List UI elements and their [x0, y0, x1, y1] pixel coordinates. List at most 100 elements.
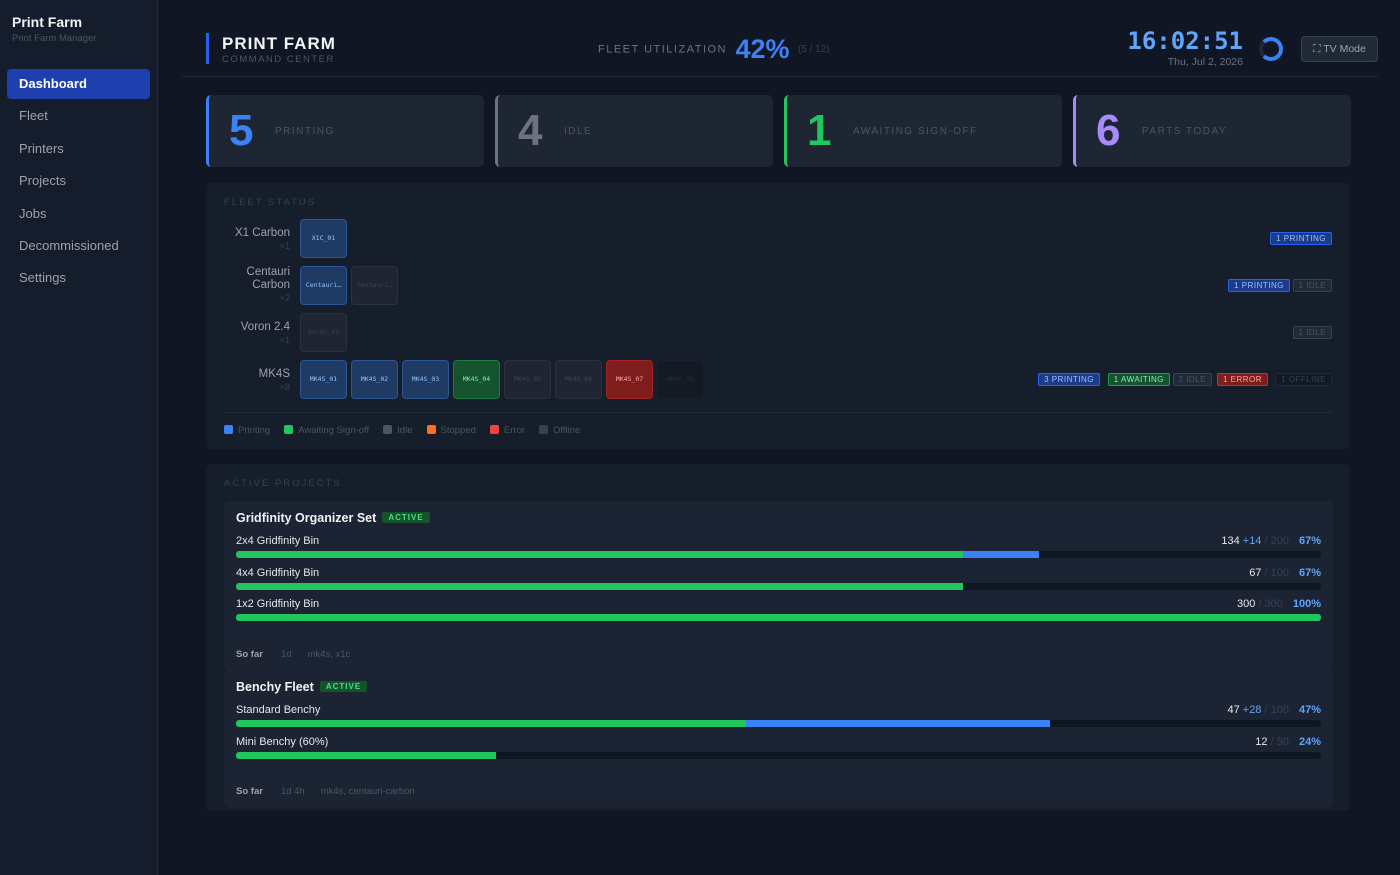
part-total-value: 100: [1270, 566, 1289, 579]
refresh-spinner-icon: [1259, 37, 1283, 61]
printer-tile[interactable]: MK4S_01: [300, 360, 347, 399]
project-footer: So far 1d mk4s, x1c: [236, 649, 366, 660]
part-stats: 134 +14 / 200 67%: [1221, 535, 1321, 547]
part-name: Mini Benchy (60%): [236, 735, 329, 748]
part-stats: 47 +28 / 100 47%: [1227, 704, 1321, 716]
part-name: Standard Benchy: [236, 704, 321, 716]
progress-done-segment: [236, 720, 746, 727]
part-percent: 100%: [1292, 598, 1321, 610]
printer-model-count: ×2: [279, 293, 290, 303]
printer-tile[interactable]: Centauri…: [300, 266, 347, 305]
clock-date: Thu, Jul 2, 2026: [1167, 56, 1243, 68]
part-total-value: 100: [1270, 704, 1289, 716]
printer-model-label: Centauri Carbon ×2: [206, 266, 290, 305]
part-total: / 200: [1261, 535, 1289, 547]
legend-swatch: [224, 425, 233, 434]
header: PRINT FARM COMMAND CENTER FLEET UTILIZAT…: [182, 20, 1378, 77]
part-row: 4x4 Gridfinity Bin 67 / 100 67%: [236, 566, 1321, 590]
project-card[interactable]: Benchy Fleet ACTIVE Standard Benchy 47 +28 …: [224, 670, 1333, 808]
part-percent: 47%: [1298, 704, 1321, 716]
status-count-badge: 1 PRINTING: [1228, 279, 1290, 292]
stat-label: PRINTING: [275, 126, 335, 137]
project-card[interactable]: Gridfinity Organizer Set ACTIVE 2x4 Gridfi…: [224, 501, 1333, 671]
part-done-count: 300: [1236, 598, 1256, 610]
status-count-badge: 1 PRINTING: [1270, 232, 1332, 245]
status-legend: Printing Awaiting Sign-off Idle Stopped Erro…: [224, 425, 594, 436]
active-projects-title: ACTIVE PROJECTS: [224, 478, 342, 489]
stat-value: 5: [229, 106, 254, 155]
part-progress-bar: [236, 614, 1321, 621]
sidebar-item-decommissioned[interactable]: Decommissioned: [7, 231, 150, 261]
printer-model-name: Voron 2.4: [240, 321, 290, 333]
printer-tile[interactable]: MK4S_05: [504, 360, 551, 399]
legend-label: Stopped: [440, 425, 476, 436]
stat-card[interactable]: 6 PARTS TODAY: [1073, 95, 1351, 167]
part-row: Mini Benchy (60%) 12 / 50 24%: [236, 735, 1321, 759]
stat-card[interactable]: 4 IDLE: [495, 95, 773, 167]
so-far-label: So far: [236, 786, 263, 797]
sidebar-item-dashboard[interactable]: Dashboard: [7, 69, 150, 99]
legend-swatch: [383, 425, 393, 434]
project-name: Gridfinity Organizer Set: [236, 511, 377, 525]
tv-mode-button[interactable]: ⛶ TV Mode: [1301, 36, 1378, 62]
sidebar-item-printers[interactable]: Printers: [7, 134, 150, 164]
legend-item: Idle: [383, 425, 413, 436]
legend-label: Error: [503, 425, 526, 436]
legend-swatch: [426, 425, 436, 434]
printer-tile[interactable]: MK4S_02: [351, 360, 398, 399]
stat-value: 4: [518, 106, 543, 155]
printer-tile[interactable]: Centauri…: [351, 266, 398, 305]
legend-item: Offline: [539, 425, 580, 436]
fleet-utilization: FLEET UTILIZATION 42% (5 / 12): [598, 34, 830, 66]
sidebar: Print Farm Print Farm Manager Dashboard …: [0, 0, 158, 875]
part-in-progress-count: +14: [1242, 535, 1262, 547]
stat-label: AWAITING SIGN-OFF: [853, 126, 978, 137]
sidebar-item-projects[interactable]: Projects: [7, 166, 150, 196]
legend-label: Printing: [238, 425, 271, 436]
part-total-value: 300: [1264, 598, 1283, 610]
printer-tile[interactable]: MK4S_04: [453, 360, 500, 399]
utilization-label: FLEET UTILIZATION: [598, 43, 727, 56]
printer-tile[interactable]: MK4S_08: [657, 360, 704, 399]
stat-label: PARTS TODAY: [1142, 126, 1228, 137]
printer-tile[interactable]: MK4S_06: [555, 360, 602, 399]
part-row: Standard Benchy 47 +28 / 100 47%: [236, 704, 1321, 727]
legend-item: Stopped: [426, 425, 476, 436]
sidebar-item-settings[interactable]: Settings: [7, 263, 150, 293]
status-count-badge: 3 PRINTING: [1038, 373, 1100, 386]
project-printers: mk4s, centauri-carbon: [320, 786, 415, 797]
status-count-badge: 2 IDLE: [1172, 373, 1212, 386]
fleet-status-title: FLEET STATUS: [224, 197, 317, 208]
part-stats: 300 / 300 100%: [1237, 598, 1321, 610]
stat-card[interactable]: 1 AWAITING SIGN-OFF: [784, 95, 1062, 167]
stat-card[interactable]: 5 PRINTING: [206, 95, 484, 167]
part-done-count: 12: [1255, 735, 1268, 748]
part-name: 4x4 Gridfinity Bin: [236, 566, 320, 579]
sidebar-item-jobs[interactable]: Jobs: [7, 199, 150, 229]
part-stats: 67 / 100 67%: [1249, 567, 1321, 579]
sidebar-item-fleet[interactable]: Fleet: [7, 101, 150, 131]
status-count-badge: 1 AWAITING: [1107, 373, 1170, 386]
legend-swatch: [539, 425, 549, 434]
project-duration: 1d: [280, 648, 292, 660]
page-subtitle: COMMAND CENTER: [222, 54, 335, 65]
part-progress-bar: [236, 582, 1321, 590]
legend-label: Idle: [397, 425, 413, 436]
printer-tile[interactable]: X1C_01: [300, 219, 347, 258]
printer-tile[interactable]: MK4S_03: [402, 360, 449, 399]
printer-model-name: MK4S: [258, 368, 290, 380]
legend-label: Offline: [553, 425, 581, 436]
legend-swatch: [284, 425, 294, 434]
page-title: PRINT FARM: [222, 34, 336, 53]
legend-item: Printing: [224, 425, 270, 436]
printer-model-label: X1 Carbon ×1: [206, 227, 290, 253]
part-row: 1x2 Gridfinity Bin 300 / 300 100%: [236, 598, 1321, 621]
printer-tile[interactable]: Voron_01: [300, 313, 347, 352]
part-percent: 67%: [1298, 535, 1321, 547]
printer-tile[interactable]: MK4S_07: [606, 360, 653, 399]
printer-model-count: ×8: [279, 382, 290, 392]
fleet-divider: [224, 412, 1332, 413]
project-duration: 1d 4h: [280, 786, 305, 797]
active-projects-panel: ACTIVE PROJECTS Gridfinity Organizer Set…: [206, 464, 1350, 811]
part-row: 2x4 Gridfinity Bin 134 +14 / 200 67%: [236, 535, 1321, 558]
